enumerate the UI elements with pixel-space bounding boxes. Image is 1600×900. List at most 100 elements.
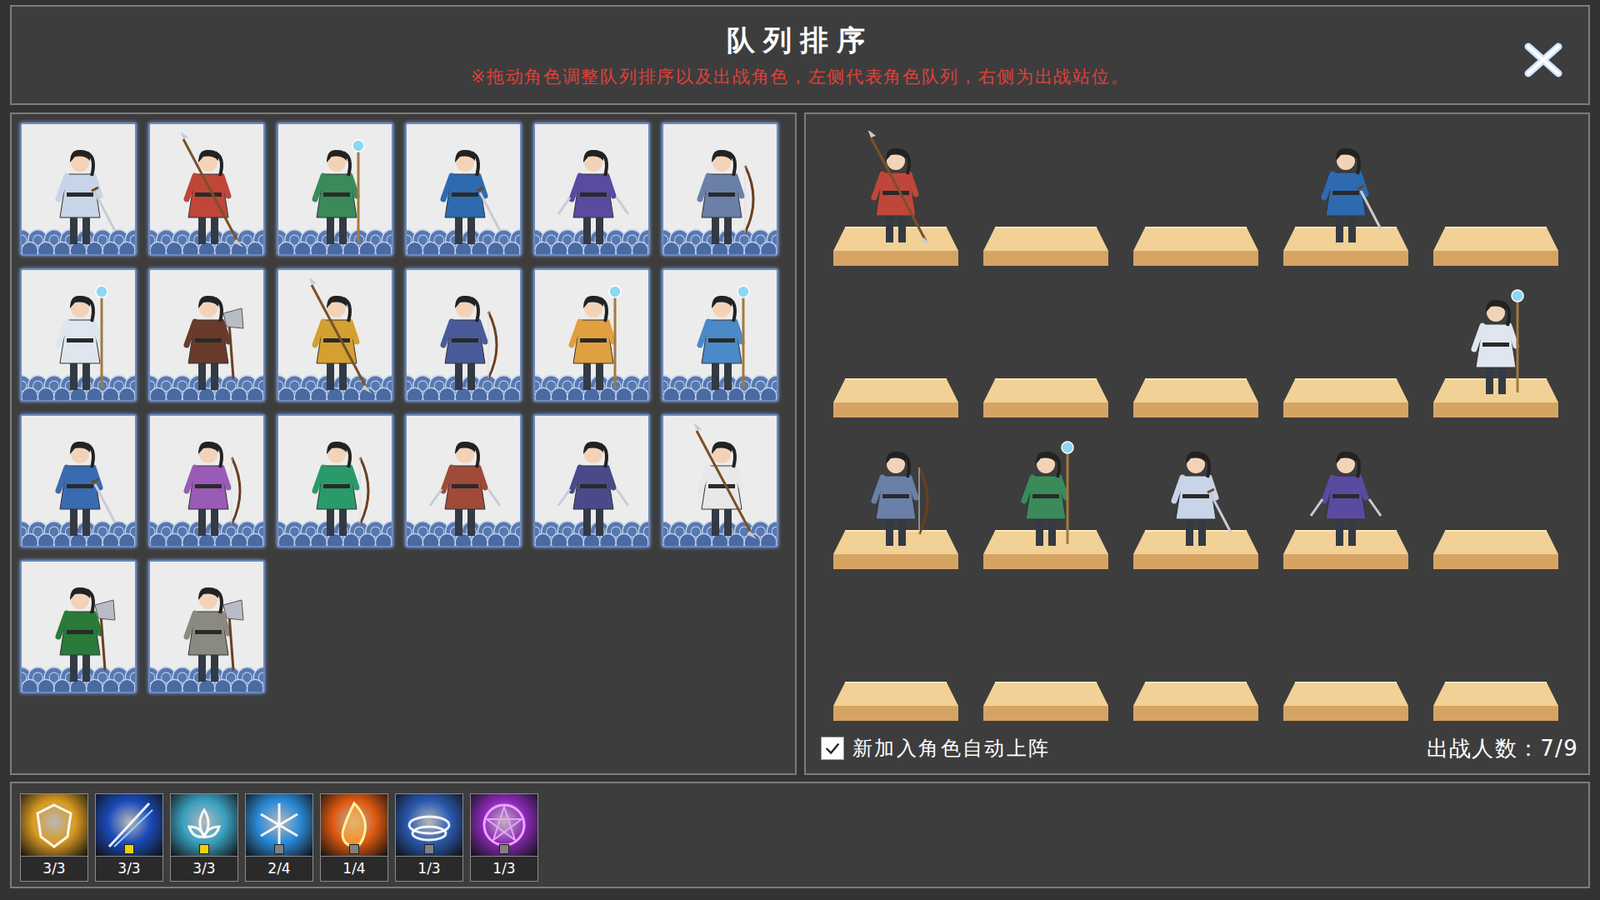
skill-slot[interactable]: 2/4 <box>245 793 314 882</box>
formation-slot[interactable] <box>1270 120 1421 273</box>
character-figure <box>166 424 250 541</box>
skill-marker <box>274 844 285 855</box>
deployed-character[interactable] <box>1304 130 1388 248</box>
character-figure <box>551 278 635 395</box>
character-figure <box>423 424 507 541</box>
character-card[interactable] <box>405 414 522 548</box>
formation-slot[interactable] <box>1120 424 1271 576</box>
deployed-character[interactable] <box>1154 434 1238 551</box>
deployed-character[interactable] <box>1004 434 1088 551</box>
character-card[interactable] <box>276 268 394 402</box>
wave-pattern <box>663 219 777 255</box>
formation-slot[interactable] <box>1120 272 1271 425</box>
character-card[interactable] <box>276 414 394 548</box>
character-figure <box>551 424 635 541</box>
formation-slot[interactable] <box>1420 424 1571 576</box>
character-figure <box>166 278 250 395</box>
deployed-character[interactable] <box>854 434 938 551</box>
formation-slot[interactable] <box>970 424 1121 576</box>
character-card[interactable] <box>661 122 779 256</box>
sand-tile <box>1433 225 1559 270</box>
character-card[interactable] <box>661 268 779 402</box>
formation-slot[interactable] <box>1420 575 1571 728</box>
skill-slot[interactable]: 3/3 <box>95 793 164 882</box>
wave-pattern <box>150 656 264 692</box>
skill-icon[interactable] <box>470 794 538 856</box>
formation-slot[interactable] <box>820 575 971 728</box>
skill-slot[interactable]: 1/3 <box>470 793 539 882</box>
character-figure <box>680 424 764 541</box>
skill-count: 3/3 <box>170 855 238 881</box>
deployed-character[interactable] <box>1454 282 1538 400</box>
deployed-character[interactable] <box>1304 434 1388 551</box>
formation-slot[interactable] <box>1420 272 1571 425</box>
character-card[interactable] <box>20 560 137 694</box>
character-card[interactable] <box>405 268 522 402</box>
formation-slot[interactable] <box>1270 575 1421 728</box>
wave-pattern <box>278 219 392 255</box>
sand-tile <box>983 529 1109 573</box>
formation-slot[interactable] <box>1120 120 1271 273</box>
character-figure <box>38 132 122 250</box>
wave-pattern <box>535 510 649 546</box>
skill-icon[interactable] <box>320 794 388 856</box>
character-card[interactable] <box>661 414 779 548</box>
character-card[interactable] <box>20 414 137 548</box>
skill-icon[interactable] <box>170 794 238 856</box>
character-card[interactable] <box>148 268 265 402</box>
character-card[interactable] <box>20 268 137 402</box>
skill-marker <box>424 844 435 855</box>
skill-slot[interactable]: 3/3 <box>170 793 239 882</box>
sand-tile <box>1133 225 1259 270</box>
skill-marker <box>199 844 210 855</box>
sand-tile <box>983 225 1109 270</box>
roster-panel <box>10 112 797 775</box>
deployed-character[interactable] <box>854 130 938 248</box>
character-figure <box>680 278 764 395</box>
character-card[interactable] <box>20 122 137 256</box>
formation-slot[interactable] <box>970 120 1121 273</box>
character-card[interactable] <box>148 560 265 694</box>
formation-slot[interactable] <box>970 272 1121 425</box>
wave-pattern <box>406 365 520 400</box>
auto-deploy-label[interactable]: 新加入角色自动上阵 <box>852 733 1051 764</box>
skill-slot[interactable]: 1/4 <box>320 793 389 882</box>
skill-icon[interactable] <box>95 794 163 856</box>
skill-icon[interactable] <box>395 794 463 856</box>
sand-tile <box>833 680 959 725</box>
skill-icon[interactable] <box>20 794 88 856</box>
close-icon[interactable] <box>1521 38 1565 82</box>
wave-pattern <box>535 365 649 400</box>
wave-pattern <box>150 219 264 255</box>
skill-count: 3/3 <box>95 855 163 881</box>
skill-slot[interactable]: 3/3 <box>20 793 89 882</box>
wave-pattern <box>278 510 392 546</box>
character-card[interactable] <box>533 414 650 548</box>
skill-count: 3/3 <box>20 855 88 881</box>
wave-pattern <box>150 365 264 400</box>
auto-deploy-checkbox[interactable] <box>820 736 845 760</box>
character-figure <box>38 424 122 541</box>
formation-slot[interactable] <box>1120 575 1271 728</box>
character-card[interactable] <box>276 122 394 256</box>
skill-icon[interactable] <box>245 794 313 856</box>
character-card[interactable] <box>533 122 650 256</box>
sand-tile <box>1133 377 1259 421</box>
formation-slot[interactable] <box>820 272 971 425</box>
skill-slot[interactable]: 1/3 <box>395 793 464 882</box>
formation-slot[interactable] <box>1270 424 1421 576</box>
wave-pattern <box>150 510 264 546</box>
character-card[interactable] <box>148 122 265 256</box>
character-figure <box>680 132 764 250</box>
sand-tile <box>1283 225 1409 270</box>
character-card[interactable] <box>405 122 522 256</box>
formation-slot[interactable] <box>1420 120 1571 273</box>
formation-slot[interactable] <box>970 575 1121 728</box>
character-card[interactable] <box>148 414 265 548</box>
formation-slot[interactable] <box>820 120 971 273</box>
character-card[interactable] <box>533 268 650 402</box>
skill-count: 1/3 <box>395 855 463 881</box>
formation-slot[interactable] <box>820 424 971 576</box>
formation-slot[interactable] <box>1270 272 1421 425</box>
sand-tile <box>1433 680 1559 725</box>
